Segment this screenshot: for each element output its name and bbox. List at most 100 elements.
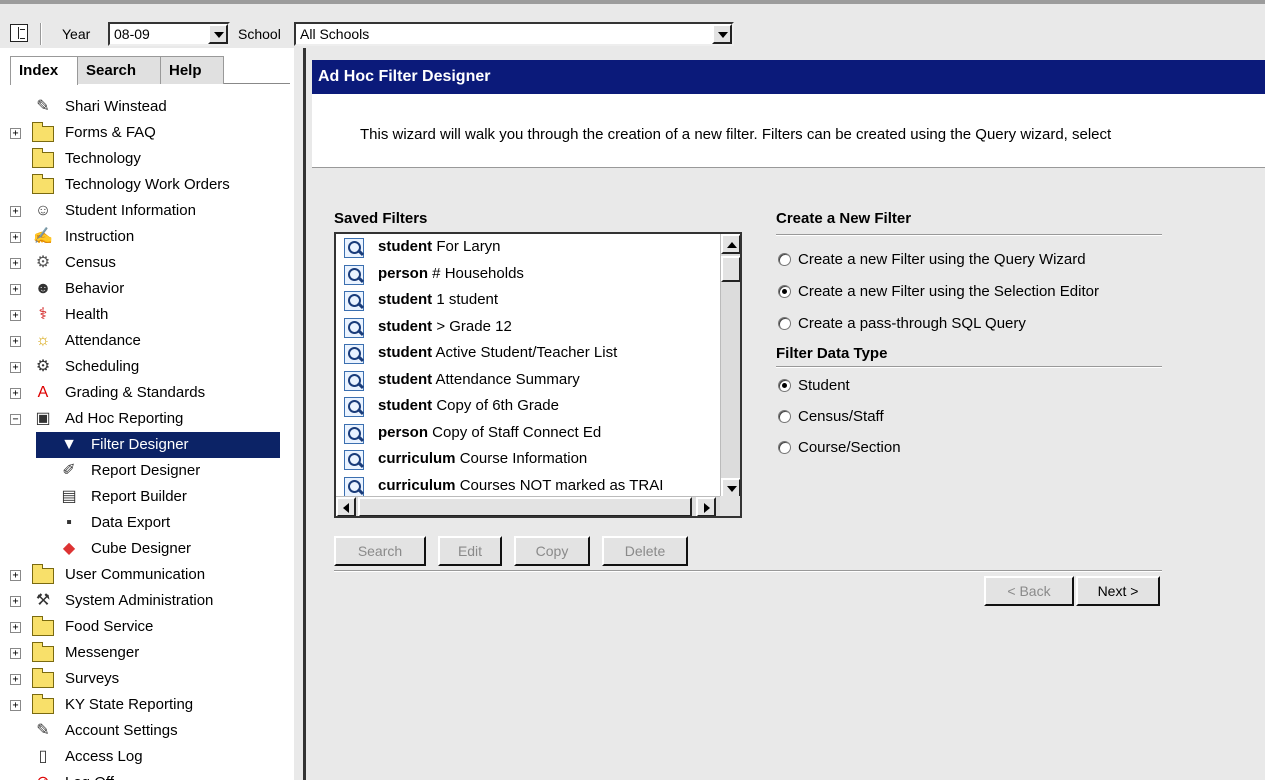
nav-item[interactable]: + KY State Reporting xyxy=(10,692,290,718)
copy-button[interactable]: Copy xyxy=(514,536,590,566)
next-button[interactable]: Next > xyxy=(1076,576,1160,606)
nav-item[interactable]: − ▣ Ad Hoc Reporting xyxy=(10,406,290,432)
expand-icon[interactable]: + xyxy=(10,206,21,217)
nav-item-label: Access Log xyxy=(65,748,143,765)
list-item[interactable]: student > Grade 12 xyxy=(336,314,740,341)
expand-icon[interactable]: + xyxy=(10,674,21,685)
tab-search[interactable]: Search xyxy=(77,56,161,84)
nav-item[interactable]: + ☺ Student Information xyxy=(10,198,290,224)
year-select[interactable]: 08-09 xyxy=(108,22,230,46)
search-button[interactable]: Search xyxy=(334,536,426,566)
tab-index[interactable]: Index xyxy=(10,56,78,85)
list-item[interactable]: student 1 student xyxy=(336,287,740,314)
expand-icon[interactable]: + xyxy=(10,570,21,581)
expand-icon[interactable]: + xyxy=(10,622,21,633)
list-item[interactable]: person # Households xyxy=(336,261,740,288)
radio-button[interactable] xyxy=(778,441,791,454)
nav-item[interactable]: + Surveys xyxy=(10,666,290,692)
expand-icon[interactable]: + xyxy=(10,648,21,659)
list-item[interactable]: student Attendance Summary xyxy=(336,367,740,394)
vertical-scroll-thumb[interactable] xyxy=(721,256,740,282)
edit-button[interactable]: Edit xyxy=(438,536,502,566)
list-item[interactable]: person Copy of Staff Connect Ed xyxy=(336,420,740,447)
nav-item[interactable]: ✎ Shari Winstead xyxy=(10,94,290,120)
chevron-down-icon[interactable] xyxy=(208,24,228,44)
nav-item[interactable]: ▪ Data Export xyxy=(10,510,290,536)
expand-icon[interactable]: + xyxy=(10,310,21,321)
nav-item[interactable]: + A Grading & Standards xyxy=(10,380,290,406)
scroll-down-button[interactable] xyxy=(721,478,740,498)
nav-item[interactable]: + ⚕ Health xyxy=(10,302,290,328)
account-settings-icon: ✎ xyxy=(36,722,50,739)
nav-item[interactable]: + Messenger xyxy=(10,640,290,666)
nav-item[interactable]: + Food Service xyxy=(10,614,290,640)
radio-button[interactable] xyxy=(778,379,791,392)
nav-item[interactable]: ◆ Cube Designer xyxy=(10,536,290,562)
data-type-title: Filter Data Type xyxy=(776,345,888,362)
filter-magnifier-icon xyxy=(344,423,364,444)
tab-help[interactable]: Help xyxy=(160,56,224,84)
school-select[interactable]: All Schools xyxy=(294,22,734,46)
nav-item[interactable]: ✎ Account Settings xyxy=(10,718,290,744)
nav-item[interactable]: ✐ Report Designer xyxy=(10,458,290,484)
nav-item[interactable]: ⊘ Log Off xyxy=(10,770,290,780)
expand-icon[interactable]: + xyxy=(10,362,21,373)
scroll-up-button[interactable] xyxy=(721,234,740,254)
nav-item[interactable]: ▼ Filter Designer xyxy=(10,432,290,458)
expand-icon[interactable]: + xyxy=(10,258,21,269)
expand-icon[interactable]: + xyxy=(10,388,21,399)
button-divider xyxy=(334,570,1162,572)
delete-button[interactable]: Delete xyxy=(602,536,688,566)
nav-item-label: Student Information xyxy=(65,202,196,219)
nav-item[interactable]: Technology xyxy=(10,146,290,172)
expand-icon[interactable]: + xyxy=(10,336,21,347)
nav-item[interactable]: + Forms & FAQ xyxy=(10,120,290,146)
panel-splitter[interactable] xyxy=(292,48,306,780)
nav-item[interactable]: + ⚙ Scheduling xyxy=(10,354,290,380)
nav-item-label: Behavior xyxy=(65,280,125,297)
nav-item[interactable]: + ⚙ Census xyxy=(10,250,290,276)
expand-icon[interactable]: + xyxy=(10,232,21,243)
nav-item[interactable]: ▤ Report Builder xyxy=(10,484,290,510)
nav-item-label: Report Builder xyxy=(91,488,187,505)
list-item[interactable]: curriculum Course Information xyxy=(336,446,740,473)
saved-filters-list[interactable]: student For Laryn person # Households stud… xyxy=(334,232,742,518)
filter-name: Attendance Summary xyxy=(432,370,580,388)
expand-icon[interactable]: + xyxy=(10,596,21,607)
radio-button[interactable] xyxy=(778,285,791,298)
vertical-scrollbar[interactable] xyxy=(720,234,740,498)
nav-item[interactable]: + ⚒ System Administration xyxy=(10,588,290,614)
scroll-right-button[interactable] xyxy=(696,497,716,516)
back-button[interactable]: < Back xyxy=(984,576,1074,606)
collapse-icon[interactable]: − xyxy=(10,414,21,425)
nav-item[interactable]: + ☼ Attendance xyxy=(10,328,290,354)
expand-icon[interactable]: + xyxy=(10,128,21,139)
list-item[interactable]: student Copy of 6th Grade xyxy=(336,393,740,420)
radio-button[interactable] xyxy=(778,253,791,266)
nav-item-label: User Communication xyxy=(65,566,206,583)
expand-icon[interactable]: + xyxy=(10,284,21,295)
radio-button[interactable] xyxy=(778,317,791,330)
list-item[interactable]: student For Laryn xyxy=(336,234,740,261)
top-toolbar: Year 08-09 School All Schools xyxy=(0,0,1265,48)
folder-shape xyxy=(32,564,54,584)
nav-item-label: Messenger xyxy=(65,644,140,661)
left-navigation: Index Search Help ✎ Shari Winstead + Forms … xyxy=(0,48,292,780)
horizontal-scrollbar[interactable] xyxy=(336,496,720,516)
nav-item[interactable]: + User Communication xyxy=(10,562,290,588)
list-item[interactable]: student Active Student/Teacher List xyxy=(336,340,740,367)
radio-button[interactable] xyxy=(778,410,791,423)
nav-item[interactable]: + ✍ Instruction xyxy=(10,224,290,250)
scroll-left-button[interactable] xyxy=(336,497,356,516)
horizontal-scroll-thumb[interactable] xyxy=(358,497,692,516)
expand-icon[interactable]: + xyxy=(10,700,21,711)
filter-type: person xyxy=(378,423,429,441)
nav-item[interactable]: + ☻ Behavior xyxy=(10,276,290,302)
toggle-panel-icon[interactable] xyxy=(10,24,28,42)
nav-item-label: Forms & FAQ xyxy=(65,124,156,141)
filter-type: student xyxy=(378,370,433,388)
nav-item[interactable]: Technology Work Orders xyxy=(10,172,290,198)
chevron-down-icon[interactable] xyxy=(712,24,732,44)
nav-item[interactable]: ▯ Access Log xyxy=(10,744,290,770)
filter-name: Copy of Staff Connect Ed xyxy=(428,423,602,441)
